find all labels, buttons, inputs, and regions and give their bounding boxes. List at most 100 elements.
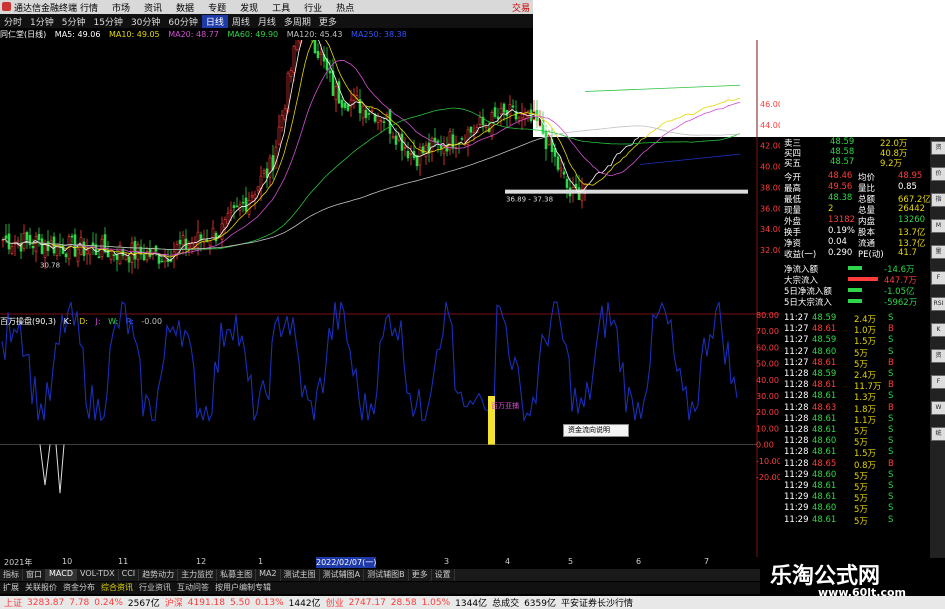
period-6[interactable]: 日线 xyxy=(201,14,228,28)
menu-item[interactable]: 专题 xyxy=(208,1,226,14)
sidebar-button[interactable]: F xyxy=(931,375,945,389)
period-0[interactable]: 分时 xyxy=(0,15,26,28)
indicator-tab[interactable]: 主力监控 xyxy=(178,569,218,581)
period-8[interactable]: 月线 xyxy=(254,15,280,28)
sidebar-button[interactable]: 价 xyxy=(931,167,945,181)
tick-p: 48.59 xyxy=(812,335,837,346)
period-9[interactable]: 多周期 xyxy=(280,15,315,28)
sidebar-button[interactable]: M xyxy=(931,219,945,233)
footer-tab[interactable]: 资金分布 xyxy=(60,582,98,594)
quote-row: 现量 2 总量 26442 xyxy=(780,204,928,216)
menu-item[interactable]: 发现 xyxy=(240,1,258,14)
period-2[interactable]: 5分钟 xyxy=(58,15,90,28)
candle-body xyxy=(142,254,146,261)
period-3[interactable]: 15分钟 xyxy=(89,15,126,28)
menu-item[interactable]: 热点 xyxy=(336,1,354,14)
candle-body xyxy=(124,255,128,260)
ask-price: 48.59 xyxy=(830,137,855,147)
period-7[interactable]: 周线 xyxy=(228,15,254,28)
indicator-tab[interactable]: 测试辅图B xyxy=(364,569,409,581)
tick-row: 11:28 48.60 5万 S xyxy=(784,436,924,448)
ind-j: J: xyxy=(95,317,101,326)
info-popup[interactable]: 资金流向说明 xyxy=(563,424,629,437)
sidebar-button[interactable]: 指 xyxy=(931,193,945,207)
candle-body xyxy=(160,260,164,263)
indicator-tab[interactable]: 私募主图 xyxy=(217,569,257,581)
indicator-tab[interactable]: 设置 xyxy=(432,569,455,581)
candle-body xyxy=(376,115,380,123)
period-4[interactable]: 30分钟 xyxy=(127,15,164,28)
tick-row: 11:28 48.61 11.7万 B xyxy=(784,380,924,392)
menu-item[interactable]: 市场 xyxy=(112,1,130,14)
tick-p: 48.61 xyxy=(812,380,837,391)
candle-body xyxy=(277,126,281,145)
candle-body xyxy=(196,231,200,249)
sh-value: 3283.87 xyxy=(27,597,65,608)
footer-tab[interactable]: 按用户编制专辑 xyxy=(212,582,274,594)
candle-body xyxy=(22,232,26,249)
sidebar-button[interactable]: 统 xyxy=(931,427,945,441)
ma10-label: MA10: 49.05 xyxy=(108,30,160,39)
menu-item[interactable]: 数据 xyxy=(176,1,194,14)
indicator-tab[interactable]: MA2 xyxy=(256,569,281,581)
indicator-tab[interactable]: 测试辅图A xyxy=(320,569,365,581)
sidebar-button[interactable]: 量 xyxy=(931,245,945,259)
tick-row: 11:27 48.59 2.4万 S xyxy=(784,313,924,325)
menu-item[interactable]: 行业 xyxy=(304,1,322,14)
indicator-tab[interactable]: 趋势动力 xyxy=(139,569,179,581)
indicator-tab[interactable]: VOL-TDX xyxy=(77,569,119,581)
menu-item[interactable]: 行情 xyxy=(80,1,98,14)
ma-line xyxy=(1,125,741,251)
indicator-tick: 70.00 xyxy=(756,327,779,336)
tick-v: 1.5万 xyxy=(854,337,877,348)
menu-item[interactable]: 工具 xyxy=(272,1,290,14)
period-5[interactable]: 60分钟 xyxy=(164,15,201,28)
price-tick: 46.00 xyxy=(760,100,780,109)
candle-body xyxy=(334,86,338,101)
candle-body xyxy=(565,178,569,188)
sidebar-button[interactable]: W xyxy=(931,401,945,415)
candle-body xyxy=(316,51,320,58)
quote-row: 净资 0.04 流通 13.7亿 xyxy=(780,237,928,249)
sidebar-button[interactable]: 资 xyxy=(931,349,945,363)
tick-row: 11:28 48.61 1.5万 S xyxy=(784,447,924,459)
tick-p: 48.61 xyxy=(812,357,837,368)
period-1[interactable]: 1分钟 xyxy=(26,15,58,28)
footer-tab[interactable]: 综合资讯 xyxy=(98,582,136,594)
trade-link[interactable]: 交易 xyxy=(512,1,530,14)
sidebar-button[interactable]: 资 xyxy=(931,141,945,155)
tick-p: 48.61 xyxy=(812,447,837,458)
negative-spike xyxy=(39,444,65,494)
price-tick: 40.00 xyxy=(760,163,780,172)
sidebar-button[interactable]: K xyxy=(931,323,945,337)
candle-body xyxy=(235,205,239,208)
candle-body xyxy=(562,171,566,175)
time-label: 10 xyxy=(62,557,73,566)
cy-label: 创业 xyxy=(325,599,344,609)
indicator-tab[interactable]: 窗口 xyxy=(23,569,46,581)
kline-chart[interactable]: 55.4530.7836.89 - 37.38 百万亚捕 46.0044.004… xyxy=(0,40,780,557)
candle-body xyxy=(250,195,254,198)
candle-body xyxy=(520,114,524,119)
indicator-tick: 10.00 xyxy=(756,424,779,433)
tick-s: S xyxy=(888,503,894,514)
indicator-tab[interactable]: 更多 xyxy=(409,569,432,581)
menu-item[interactable]: 资讯 xyxy=(144,1,162,14)
sidebar-button[interactable]: F xyxy=(931,271,945,285)
tick-s: S xyxy=(888,436,894,447)
footer-tab[interactable]: 扩展 xyxy=(0,582,22,594)
indicator-tab[interactable]: 指标 xyxy=(0,569,23,581)
flow-bar xyxy=(848,299,862,303)
footer-tab[interactable]: 互动问答 xyxy=(174,582,212,594)
time-label: 11 xyxy=(118,557,129,566)
indicator-tick: 30.00 xyxy=(756,392,779,401)
sidebar-button[interactable]: RSI xyxy=(931,297,945,311)
indicator-tab[interactable]: CCI xyxy=(119,569,140,581)
indicator-tab[interactable]: 测试主图 xyxy=(281,569,320,581)
period-10[interactable]: 更多 xyxy=(315,15,341,28)
tick-v: 5万 xyxy=(854,471,868,482)
footer-tab[interactable]: 行业资讯 xyxy=(136,582,174,594)
indicator-tab[interactable]: MACD xyxy=(46,569,77,581)
candle-body xyxy=(328,70,332,74)
footer-tab[interactable]: 关联报价 xyxy=(22,582,60,594)
